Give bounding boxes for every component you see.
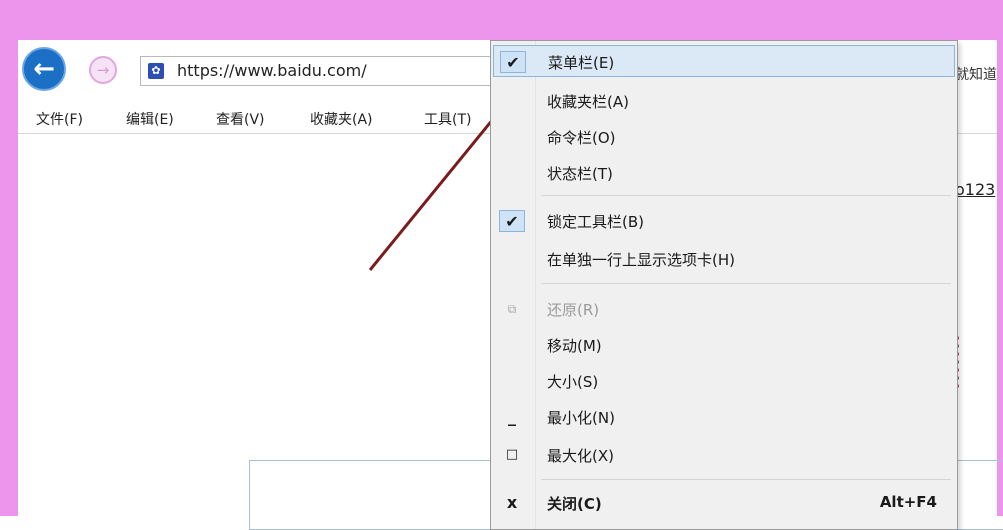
menu-item-move[interactable]: 移动(M) (493, 329, 955, 361)
menu-item-close[interactable]: x 关闭(C) Alt+F4 (493, 487, 955, 519)
menu-item-label: 在单独一行上显示选项卡(H) (547, 251, 735, 269)
menu-item-shortcut: Alt+F4 (879, 493, 937, 511)
menu-item-menubar[interactable]: ✔ 菜单栏(E) (493, 45, 955, 77)
menu-item-status-bar[interactable]: 状态栏(T) (493, 157, 955, 189)
maximize-icon: □ (505, 447, 519, 462)
menu-item-label: 状态栏(T) (547, 165, 613, 183)
menu-item-label: 命令栏(O) (547, 129, 616, 147)
menu-item-label: 大小(S) (547, 373, 599, 391)
restore-icon: ⧉ (507, 302, 517, 316)
menu-item-maximize[interactable]: □ 最大化(X) (493, 439, 955, 471)
menu-item-restore: ⧉ 还原(R) (493, 293, 955, 325)
menu-item-label: 菜单栏(E) (548, 54, 615, 72)
menu-item-tabs-separate-row[interactable]: 在单独一行上显示选项卡(H) (493, 243, 955, 275)
check-icon: ✔ (500, 51, 526, 73)
menu-item-label: 移动(M) (547, 337, 602, 355)
close-icon: x (506, 493, 518, 512)
menu-item-label: 锁定工具栏(B) (547, 213, 644, 231)
menu-item-lock-toolbars[interactable]: ✔ 锁定工具栏(B) (493, 205, 955, 237)
menu-separator (541, 479, 951, 480)
context-menu: ✔ 菜单栏(E) 收藏夹栏(A) 命令栏(O) 状态栏(T) ✔ 锁定工具栏(B… (490, 40, 958, 530)
menu-item-label: 关闭(C) (547, 495, 602, 513)
menu-item-size[interactable]: 大小(S) (493, 365, 955, 397)
menu-item-label: 还原(R) (547, 301, 600, 319)
check-icon: ✔ (499, 210, 525, 232)
menu-item-label: 最小化(N) (547, 409, 615, 427)
menu-separator (541, 283, 951, 284)
menu-item-command-bar[interactable]: 命令栏(O) (493, 121, 955, 153)
minimize-icon: _ (508, 407, 516, 426)
menu-item-label: 最大化(X) (547, 447, 614, 465)
menu-item-label: 收藏夹栏(A) (547, 93, 629, 111)
menu-separator (541, 195, 951, 196)
menu-item-minimize[interactable]: _ 最小化(N) (493, 401, 955, 433)
menu-item-favorites-bar[interactable]: 收藏夹栏(A) (493, 85, 955, 117)
